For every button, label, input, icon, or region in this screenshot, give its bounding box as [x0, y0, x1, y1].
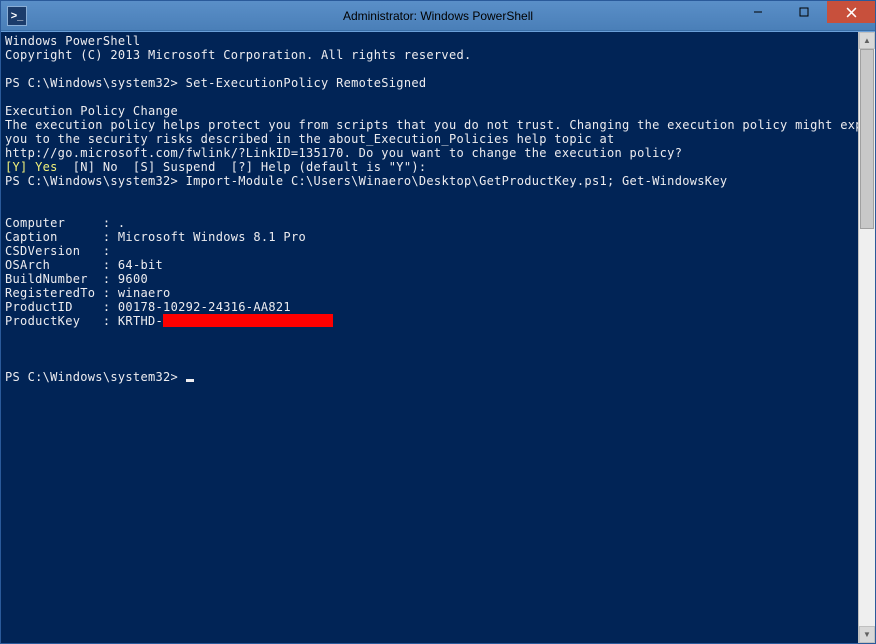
policy-title: Execution Policy Change: [5, 104, 178, 118]
powershell-window: >_ Administrator: Windows PowerShell Win…: [0, 0, 876, 644]
redacted-key: [163, 314, 333, 327]
prompt-command: Set-ExecutionPolicy RemoteSigned: [186, 76, 427, 90]
titlebar[interactable]: >_ Administrator: Windows PowerShell: [1, 1, 875, 31]
ps-copyright: Copyright (C) 2013 Microsoft Corporation…: [5, 48, 472, 62]
output-label: BuildNumber :: [5, 272, 110, 286]
output-value: 64-bit: [118, 258, 163, 272]
prompt-command: Import-Module C:\Users\Winaero\Desktop\G…: [186, 174, 728, 188]
scroll-down-arrow[interactable]: ▼: [859, 626, 875, 643]
close-button[interactable]: [827, 1, 875, 23]
policy-text: http://go.microsoft.com/fwlink/?LinkID=1…: [5, 146, 682, 160]
output-label: Caption :: [5, 230, 110, 244]
output-value: winaero: [118, 286, 171, 300]
prompt-path: PS C:\Windows\system32>: [5, 370, 178, 384]
scroll-thumb[interactable]: [860, 49, 874, 229]
choice-options: [N] No [S] Suspend [?] Help (default is …: [58, 160, 427, 174]
window-title: Administrator: Windows PowerShell: [343, 9, 533, 23]
output-value: .: [118, 216, 126, 230]
maximize-button[interactable]: [781, 1, 827, 23]
output-label: OSArch :: [5, 258, 110, 272]
cursor: [186, 379, 194, 382]
output-label: RegisteredTo :: [5, 286, 110, 300]
vertical-scrollbar[interactable]: ▲ ▼: [858, 32, 875, 643]
minimize-button[interactable]: [735, 1, 781, 23]
output-label: ProductID :: [5, 300, 110, 314]
output-label: CSDVersion :: [5, 244, 110, 258]
scroll-track[interactable]: [859, 49, 875, 626]
prompt-path: PS C:\Windows\system32>: [5, 76, 178, 90]
output-value: Microsoft Windows 8.1 Pro: [118, 230, 306, 244]
powershell-icon: >_: [7, 6, 27, 26]
output-label: ProductKey :: [5, 314, 110, 328]
output-value: 00178-10292-24316-AA821: [118, 300, 291, 314]
policy-text: you to the security risks described in t…: [5, 132, 615, 146]
policy-text: The execution policy helps protect you f…: [5, 118, 858, 132]
powershell-icon-glyph: >_: [11, 10, 24, 22]
window-controls: [735, 1, 875, 23]
output-value: 9600: [118, 272, 148, 286]
output-value: KRTHD-: [118, 314, 163, 328]
console-output[interactable]: Windows PowerShell Copyright (C) 2013 Mi…: [1, 32, 858, 643]
output-label: Computer :: [5, 216, 110, 230]
scroll-up-arrow[interactable]: ▲: [859, 32, 875, 49]
prompt-path: PS C:\Windows\system32>: [5, 174, 178, 188]
ps-header: Windows PowerShell: [5, 34, 140, 48]
console-area: Windows PowerShell Copyright (C) 2013 Mi…: [1, 31, 875, 643]
choice-yes: [Y] Yes: [5, 160, 58, 174]
